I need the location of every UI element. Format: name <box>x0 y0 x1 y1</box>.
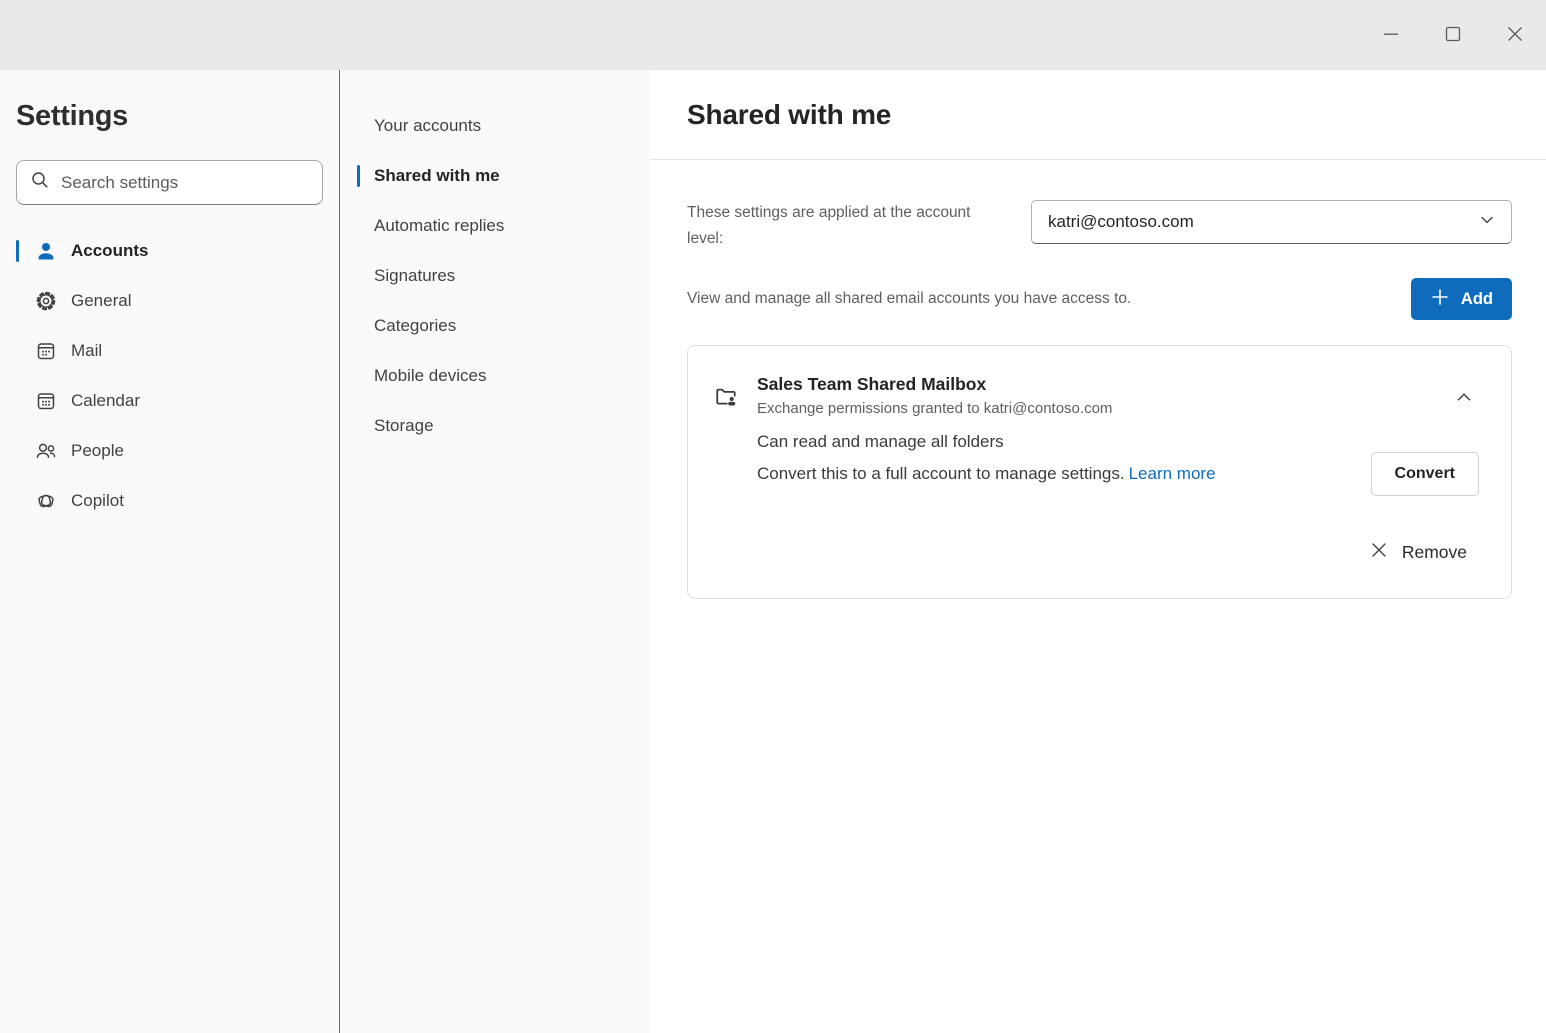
maximize-icon <box>1445 26 1461 45</box>
account-selector[interactable]: katri@contoso.com <box>1031 200 1512 244</box>
selection-bar <box>357 115 360 137</box>
subnav-item-label: Categories <box>374 316 456 336</box>
close-button[interactable] <box>1484 0 1546 70</box>
subnav-item-mobile-devices[interactable]: Mobile devices <box>340 351 650 401</box>
search-icon <box>30 170 50 195</box>
convert-text: Convert this to a full account to manage… <box>757 464 1125 483</box>
selection-bar <box>357 215 360 237</box>
sidebar-item-label: Calendar <box>71 391 140 411</box>
minimize-icon <box>1383 26 1399 45</box>
add-button-label: Add <box>1461 290 1493 309</box>
accounts-subnav: Your accounts Shared with me Automatic r… <box>340 70 650 1033</box>
chevron-down-icon <box>1477 210 1497 235</box>
subnav-item-storage[interactable]: Storage <box>340 401 650 451</box>
subnav-item-automatic-replies[interactable]: Automatic replies <box>340 201 650 251</box>
selection-bar <box>357 265 360 287</box>
page-title: Shared with me <box>687 99 891 131</box>
mail-icon <box>34 339 58 363</box>
account-level-label: These settings are applied at the accoun… <box>687 200 987 251</box>
person-icon <box>34 239 58 263</box>
subnav-item-label: Storage <box>374 416 434 436</box>
add-shared-mailbox-button[interactable]: Add <box>1411 278 1512 320</box>
sidebar-item-label: Accounts <box>71 241 148 261</box>
sidebar-item-calendar[interactable]: Calendar <box>0 376 339 426</box>
sidebar-item-label: General <box>71 291 131 311</box>
subnav-item-signatures[interactable]: Signatures <box>340 251 650 301</box>
sidebar-nav: Accounts General Mail <box>0 226 339 526</box>
sidebar-item-mail[interactable]: Mail <box>0 326 339 376</box>
close-icon <box>1507 26 1523 45</box>
subnav-item-label: Your accounts <box>374 116 481 136</box>
titlebar <box>0 0 1546 70</box>
settings-sidebar: Settings Accounts General <box>0 70 340 1033</box>
search-settings-box[interactable] <box>16 160 323 205</box>
sidebar-item-general[interactable]: General <box>0 276 339 326</box>
subnav-item-shared-with-me[interactable]: Shared with me <box>340 151 650 201</box>
selection-bar <box>357 415 360 437</box>
shared-mailbox-card: Sales Team Shared Mailbox Exchange permi… <box>687 345 1512 599</box>
subnav-item-your-accounts[interactable]: Your accounts <box>340 101 650 151</box>
sidebar-item-label: People <box>71 441 124 461</box>
learn-more-link[interactable]: Learn more <box>1129 464 1216 483</box>
convert-description: Convert this to a full account to manage… <box>757 458 1216 490</box>
selection-bar <box>16 440 19 462</box>
sidebar-item-copilot[interactable]: Copilot <box>0 476 339 526</box>
selection-bar <box>16 240 19 262</box>
settings-title: Settings <box>16 100 339 133</box>
selection-bar <box>16 390 19 412</box>
account-selector-value: katri@contoso.com <box>1048 212 1194 232</box>
shared-with-me-panel: Shared with me These settings are applie… <box>650 70 1546 1033</box>
minimize-button[interactable] <box>1360 0 1422 70</box>
panel-header: Shared with me <box>650 70 1546 160</box>
search-input[interactable] <box>61 173 309 193</box>
people-icon <box>34 439 58 463</box>
shared-folder-icon <box>712 382 740 410</box>
subnav-item-label: Signatures <box>374 266 455 286</box>
collapse-card-button[interactable] <box>1449 382 1479 415</box>
chevron-up-icon <box>1453 396 1475 411</box>
maximize-button[interactable] <box>1422 0 1484 70</box>
convert-button[interactable]: Convert <box>1371 452 1479 496</box>
selection-bar <box>357 165 360 187</box>
mailbox-subtitle: Exchange permissions granted to katri@co… <box>757 400 1112 417</box>
panel-description: View and manage all shared email account… <box>687 290 1131 308</box>
dismiss-icon <box>1369 540 1389 565</box>
remove-button[interactable]: Remove <box>1369 540 1467 565</box>
sidebar-item-label: Copilot <box>71 491 124 511</box>
subnav-item-categories[interactable]: Categories <box>340 301 650 351</box>
gear-icon <box>34 289 58 313</box>
settings-window: Settings Accounts General <box>0 70 1546 1033</box>
remove-button-label: Remove <box>1402 542 1467 563</box>
sidebar-item-accounts[interactable]: Accounts <box>0 226 339 276</box>
calendar-icon <box>34 389 58 413</box>
permission-text: Can read and manage all folders <box>757 432 1479 452</box>
selection-bar <box>16 490 19 512</box>
subnav-item-label: Mobile devices <box>374 366 486 386</box>
copilot-icon <box>34 489 58 513</box>
selection-bar <box>357 365 360 387</box>
selection-bar <box>16 340 19 362</box>
selection-bar <box>16 290 19 312</box>
plus-icon <box>1430 287 1450 312</box>
subnav-item-label: Shared with me <box>374 166 500 186</box>
subnav-item-label: Automatic replies <box>374 216 504 236</box>
mailbox-title: Sales Team Shared Mailbox <box>757 374 1112 395</box>
sidebar-item-people[interactable]: People <box>0 426 339 476</box>
sidebar-item-label: Mail <box>71 341 102 361</box>
selection-bar <box>357 315 360 337</box>
